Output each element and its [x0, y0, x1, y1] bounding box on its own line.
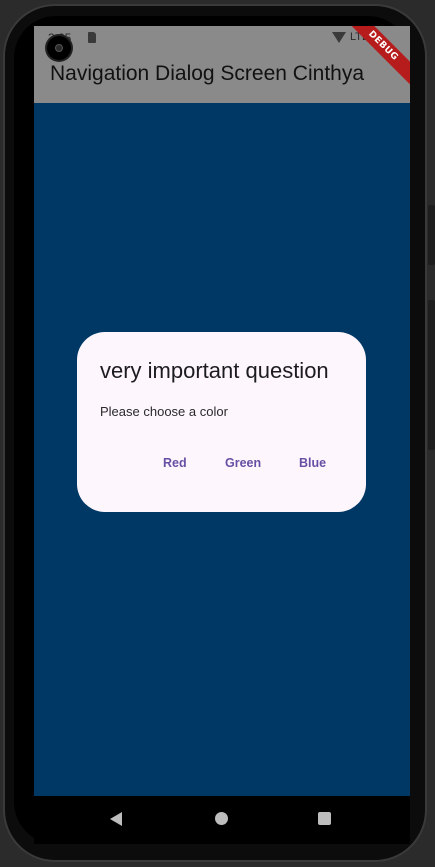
wifi-icon	[332, 32, 346, 43]
camera-lens-icon	[55, 44, 63, 52]
app-bar: Navigation Dialog Screen Cinthya	[34, 50, 410, 103]
dialog-content: Please choose a color	[100, 404, 228, 419]
screen: 3:25 LTE Navigation Dialog Screen Cinthy…	[34, 26, 410, 796]
status-bar: 3:25 LTE	[34, 26, 410, 50]
red-button[interactable]: Red	[163, 456, 187, 476]
navigation-bar	[34, 796, 410, 844]
back-icon[interactable]	[110, 812, 122, 826]
sim-card-icon	[88, 32, 96, 43]
green-button[interactable]: Green	[225, 456, 261, 476]
front-camera	[47, 36, 71, 60]
recents-icon[interactable]	[318, 812, 331, 825]
color-dialog: very important question Please choose a …	[77, 332, 366, 512]
dialog-title: very important question	[100, 358, 329, 383]
volume-button	[428, 205, 435, 265]
page-title: Navigation Dialog Screen Cinthya	[50, 62, 365, 85]
phone-frame: 3:25 LTE Navigation Dialog Screen Cinthy…	[0, 0, 435, 867]
power-button	[428, 300, 435, 450]
blue-button[interactable]: Blue	[299, 456, 326, 476]
home-icon[interactable]	[215, 812, 228, 825]
